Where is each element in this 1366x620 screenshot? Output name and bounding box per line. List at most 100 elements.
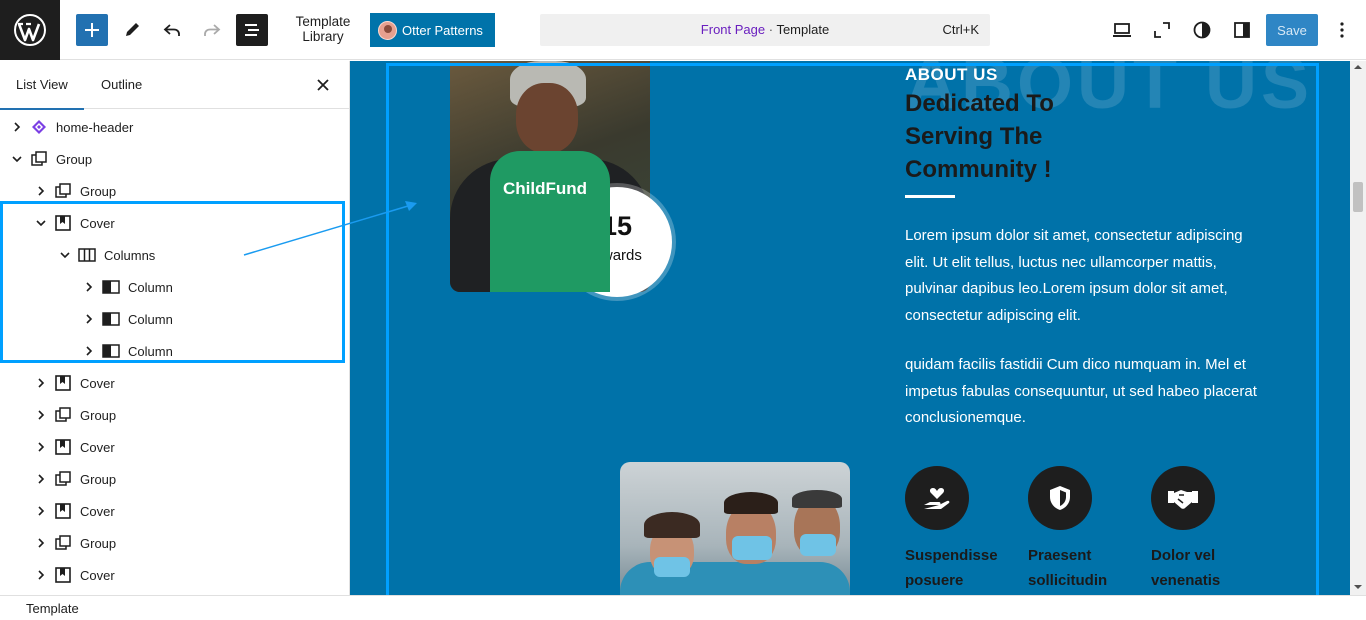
save-button[interactable]: Save xyxy=(1266,14,1318,46)
scroll-up-arrow-icon[interactable] xyxy=(1354,63,1362,71)
otter-patterns-button[interactable]: Otter Patterns xyxy=(370,13,495,47)
list-view-sidebar: List View Outline home-header Group Group C… xyxy=(0,61,350,595)
chevron-right-icon[interactable] xyxy=(82,344,96,358)
desktop-view-icon xyxy=(1113,23,1131,37)
canvas-scrollbar[interactable] xyxy=(1350,61,1366,595)
section-headline: Dedicated To Serving The Community ! xyxy=(905,90,1054,183)
tree-item-group[interactable]: Group xyxy=(0,143,349,175)
tree-item-label: Group xyxy=(80,536,117,551)
section-eyebrow: ABOUT US xyxy=(905,65,998,84)
tree-item-label: Cover xyxy=(80,216,115,231)
feature-item-2: Praesent sollicitudin xyxy=(1028,466,1138,593)
fullscreen-icon xyxy=(1154,22,1170,38)
tree-item-group[interactable]: Group xyxy=(0,527,349,559)
editor-canvas[interactable]: ABOUT US ChildFund 15 Awards ABOUT US De… xyxy=(350,61,1350,595)
undo-button[interactable] xyxy=(156,14,188,46)
scroll-down-arrow-icon[interactable] xyxy=(1354,583,1362,591)
tree-item-group[interactable]: Group xyxy=(0,463,349,495)
chevron-right-icon[interactable] xyxy=(82,280,96,294)
columns-block-icon xyxy=(78,248,96,262)
add-block-button[interactable] xyxy=(76,14,108,46)
wordpress-logo-icon[interactable] xyxy=(0,0,60,60)
more-vertical-icon xyxy=(1340,22,1344,38)
tree-item-label: Cover xyxy=(80,568,115,583)
chevron-right-icon[interactable] xyxy=(34,440,48,454)
column-block-icon xyxy=(102,280,120,294)
tree-item-label: Group xyxy=(80,184,117,199)
tree-item-template-part[interactable]: home-header xyxy=(0,111,349,143)
chevron-right-icon[interactable] xyxy=(34,408,48,422)
group-block-icon xyxy=(55,535,71,550)
chevron-right-icon[interactable] xyxy=(82,312,96,326)
scrollbar-thumb[interactable] xyxy=(1353,182,1363,212)
feature-item-3: Dolor vel venenatis xyxy=(1151,466,1261,593)
otter-avatar-icon xyxy=(378,20,397,40)
tree-item-label: Column xyxy=(128,344,173,359)
group-block-icon xyxy=(31,151,47,166)
cover-block-icon xyxy=(55,567,71,583)
fullscreen-button[interactable] xyxy=(1146,14,1178,46)
chevron-down-icon[interactable] xyxy=(34,216,48,230)
handshake-icon xyxy=(1151,466,1215,530)
tree-item-label: Column xyxy=(128,312,173,327)
command-bar-shortcut: Ctrl+K xyxy=(942,22,979,37)
tree-item-cover[interactable]: Cover xyxy=(0,207,349,239)
command-bar-separator: · xyxy=(765,22,777,37)
column-block-icon xyxy=(102,344,120,358)
more-options-button[interactable] xyxy=(1326,14,1358,46)
cover-block-icon xyxy=(55,215,71,231)
chevron-right-icon[interactable] xyxy=(34,536,48,550)
tree-item-cover[interactable]: Cover xyxy=(0,431,349,463)
styles-button[interactable] xyxy=(1186,14,1218,46)
plus-icon xyxy=(85,23,99,37)
tree-item-columns[interactable]: Columns xyxy=(0,239,349,271)
document-overview-icon xyxy=(245,24,259,36)
chevron-right-icon[interactable] xyxy=(34,376,48,390)
template-library-button[interactable]: Template Library xyxy=(290,14,356,44)
tab-outline[interactable]: Outline xyxy=(101,77,142,92)
tools-button[interactable] xyxy=(116,14,148,46)
tree-item-label: Columns xyxy=(104,248,156,263)
group-block-icon xyxy=(55,471,71,486)
tree-item-label: Cover xyxy=(80,376,115,391)
tree-item-label: Group xyxy=(80,472,117,487)
cover-block-icon xyxy=(55,375,71,391)
otter-patterns-label: Otter Patterns xyxy=(402,22,483,38)
chevron-down-icon[interactable] xyxy=(58,248,72,262)
document-overview-button[interactable] xyxy=(236,14,268,46)
tree-item-group[interactable]: Group xyxy=(0,399,349,431)
close-icon[interactable] xyxy=(313,75,333,95)
shield-icon xyxy=(1028,466,1092,530)
chevron-right-icon[interactable] xyxy=(34,472,48,486)
sidebar-tabs: List View Outline xyxy=(0,61,349,110)
column-block-icon xyxy=(102,312,120,326)
tree-item-label: home-header xyxy=(56,120,134,135)
settings-sidebar-button[interactable] xyxy=(1226,14,1258,46)
feature-item-1: Suspendisse posuere xyxy=(905,466,1015,593)
chevron-right-icon[interactable] xyxy=(34,184,48,198)
tree-item-label: Cover xyxy=(80,440,115,455)
tree-item-column[interactable]: Column xyxy=(0,303,349,335)
feature-title-1: Suspendisse posuere xyxy=(905,547,998,589)
tab-list-view[interactable]: List View xyxy=(0,77,84,110)
chevron-down-icon[interactable] xyxy=(10,152,24,166)
tree-item-label: Group xyxy=(56,152,93,167)
chevron-right-icon[interactable] xyxy=(34,568,48,582)
breadcrumb[interactable]: Template xyxy=(26,601,79,616)
tree-item-cover[interactable]: Cover xyxy=(0,495,349,527)
tree-item-column[interactable]: Column xyxy=(0,271,349,303)
tree-item-cover[interactable]: Cover xyxy=(0,367,349,399)
desktop-view-button[interactable] xyxy=(1106,14,1138,46)
redo-button[interactable] xyxy=(196,14,228,46)
command-palette-bar[interactable]: Front Page · Template Ctrl+K xyxy=(540,14,990,46)
chevron-right-icon[interactable] xyxy=(10,120,24,134)
body-paragraph-2: quidam facilis fastidii Cum dico numquam… xyxy=(905,356,1257,426)
tree-item-cover[interactable]: Cover xyxy=(0,559,349,591)
feature-title-3: Dolor vel venenatis xyxy=(1151,547,1221,589)
tree-item-group[interactable]: Group xyxy=(0,175,349,207)
medical-team-photo[interactable] xyxy=(620,462,850,595)
tree-item-column[interactable]: Column xyxy=(0,335,349,367)
cover-block-icon xyxy=(55,439,71,455)
tree-item-label: Cover xyxy=(80,504,115,519)
chevron-right-icon[interactable] xyxy=(34,504,48,518)
